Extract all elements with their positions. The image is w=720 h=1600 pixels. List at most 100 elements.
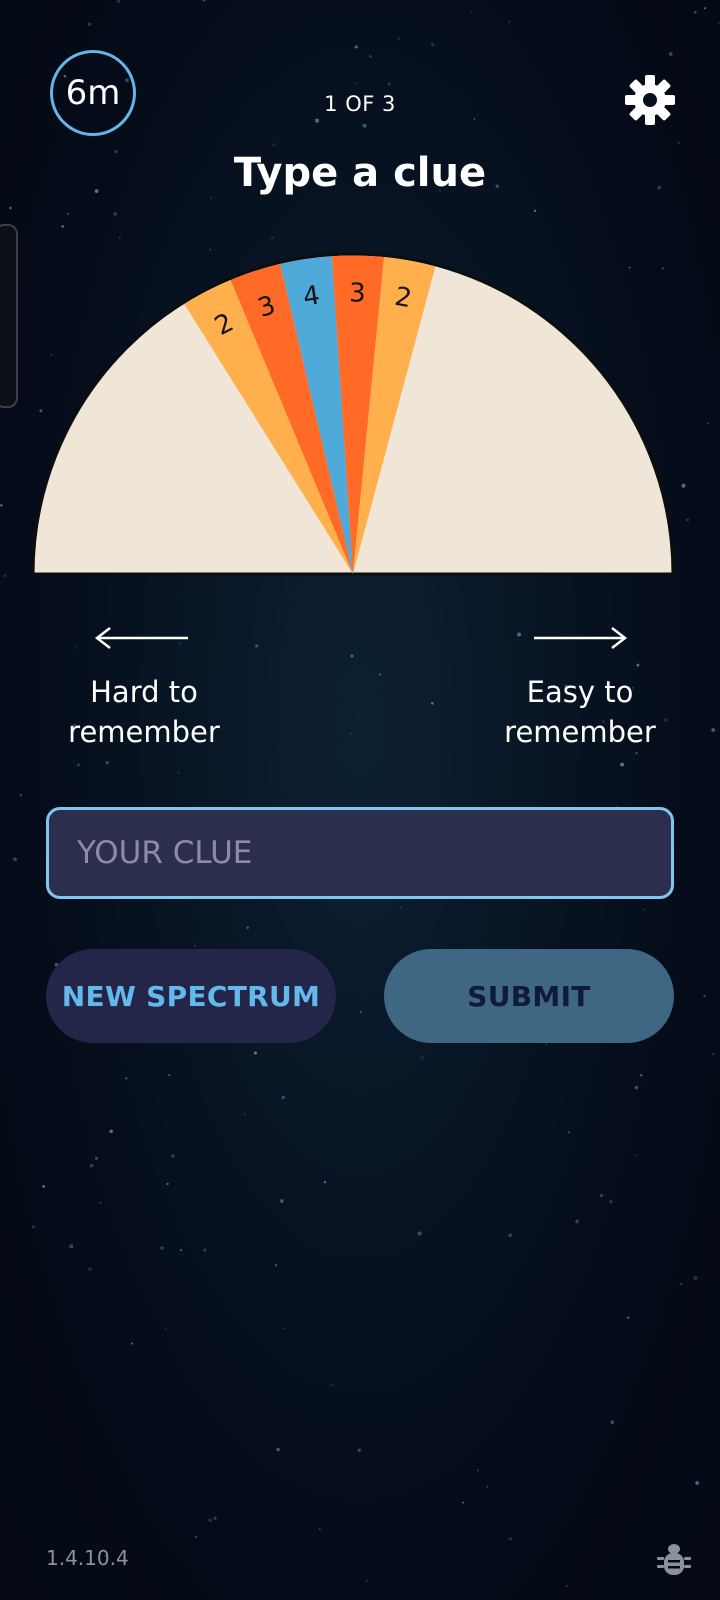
star [89, 1163, 94, 1168]
star [712, 1053, 715, 1056]
star [359, 1011, 362, 1014]
star [703, 995, 706, 998]
star [116, 0, 121, 4]
star [244, 1113, 246, 1116]
star [398, 37, 401, 40]
star [399, 906, 402, 909]
star [357, 1448, 361, 1452]
star [105, 761, 109, 765]
clue-input[interactable] [46, 807, 674, 899]
star [545, 1043, 548, 1046]
star [213, 1516, 217, 1520]
star [166, 1182, 169, 1186]
spectrum-left-label: Hard to remember [68, 675, 220, 749]
star [695, 1481, 700, 1485]
star [620, 762, 624, 767]
star [0, 504, 3, 507]
star [94, 1156, 99, 1160]
star [276, 1447, 280, 1452]
star [13, 857, 17, 862]
star [379, 673, 382, 676]
star [160, 1246, 164, 1250]
star [281, 1095, 286, 1100]
star [369, 54, 372, 58]
star [61, 225, 64, 228]
star [109, 1129, 113, 1134]
star [610, 1420, 615, 1425]
star [9, 206, 12, 210]
star [19, 793, 23, 797]
star [271, 236, 274, 240]
star [462, 1501, 465, 1504]
star [565, 1585, 568, 1587]
star [635, 751, 638, 755]
star [609, 1200, 613, 1204]
side-panel-handle[interactable] [0, 224, 18, 408]
submit-button[interactable]: SUBMIT [384, 949, 674, 1043]
star [420, 1056, 424, 1059]
star [330, 1384, 333, 1387]
star [575, 1219, 579, 1224]
star [275, 1264, 278, 1267]
star [693, 1275, 698, 1280]
star [208, 1518, 213, 1523]
star [636, 663, 640, 667]
star [77, 763, 80, 767]
star [470, 11, 473, 14]
star [177, 771, 180, 774]
star [677, 141, 681, 145]
star [508, 1537, 512, 1541]
star [323, 1180, 327, 1184]
star [365, 1579, 368, 1582]
star [354, 45, 358, 49]
star [642, 908, 645, 911]
star [253, 1051, 257, 1055]
star [431, 702, 434, 705]
star [473, 118, 476, 120]
star [533, 209, 537, 213]
star [99, 1201, 102, 1205]
spectrum-right-label: Easy to remember [504, 675, 656, 749]
star [679, 1282, 683, 1286]
arrow-left-icon [94, 627, 188, 649]
gear-icon[interactable] [624, 74, 676, 126]
star [130, 1342, 134, 1345]
starfield-background [0, 0, 720, 1587]
star [350, 732, 352, 735]
star [417, 1231, 422, 1236]
star [118, 236, 121, 239]
star [113, 211, 118, 216]
star [87, 22, 92, 27]
star [318, 1528, 321, 1531]
star [486, 1485, 489, 1489]
star [74, 646, 77, 649]
star [246, 926, 249, 930]
star [42, 1185, 45, 1188]
bug-icon[interactable] [656, 1540, 692, 1580]
star [125, 1077, 128, 1080]
star [640, 1073, 643, 1077]
star [362, 123, 367, 128]
star [66, 213, 69, 215]
star [171, 1154, 175, 1158]
star [387, 82, 391, 86]
star [69, 1244, 74, 1249]
star [255, 644, 259, 648]
star [599, 1193, 604, 1198]
star [3, 574, 7, 578]
round-progress: 1 OF 3 [324, 92, 396, 116]
star [314, 118, 320, 123]
star [279, 1199, 284, 1203]
star [209, 248, 212, 251]
star [194, 1535, 198, 1539]
star [693, 11, 697, 14]
star [508, 20, 511, 23]
star [517, 632, 522, 637]
score-label-4: 3 [349, 278, 366, 308]
new-spectrum-button[interactable]: NEW SPECTRUM [46, 949, 336, 1043]
star [354, 82, 357, 85]
page-title: Type a clue [233, 150, 487, 196]
star [634, 1154, 637, 1156]
star [477, 1469, 480, 1472]
star [194, 944, 196, 947]
